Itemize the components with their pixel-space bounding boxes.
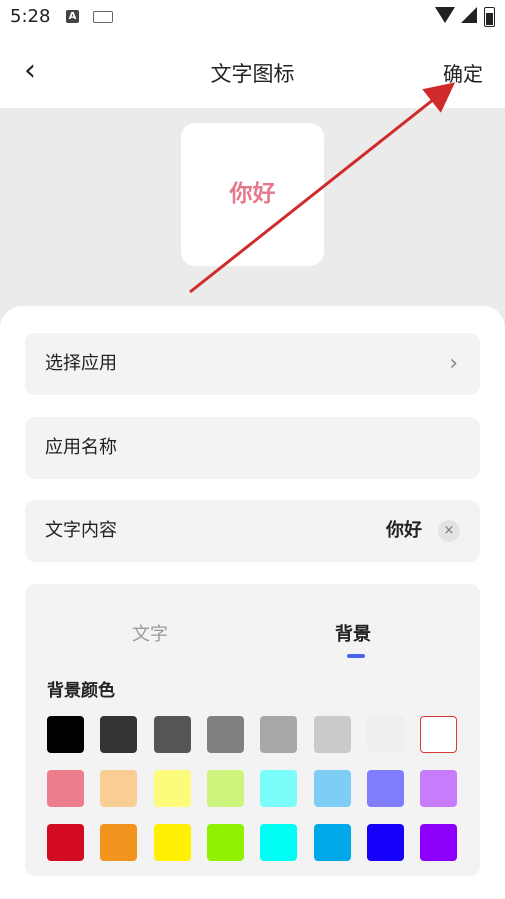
color-swatch[interactable]	[366, 716, 404, 753]
chevron-right-icon: ›	[449, 351, 458, 376]
color-swatch[interactable]	[366, 770, 404, 807]
app-name-row[interactable]: 应用名称	[25, 417, 480, 479]
color-swatch[interactable]	[206, 716, 244, 753]
color-swatch[interactable]	[313, 770, 351, 807]
tab-text[interactable]: 文字	[132, 620, 168, 646]
color-swatch[interactable]	[47, 770, 84, 807]
select-app-row[interactable]: 选择应用 ›	[25, 333, 480, 395]
clear-icon[interactable]: ×	[438, 520, 460, 542]
color-swatch[interactable]	[153, 824, 191, 861]
color-swatch[interactable]	[260, 824, 298, 861]
color-swatch[interactable]	[260, 770, 298, 807]
tab-background[interactable]: 背景	[335, 620, 371, 646]
active-tab-indicator	[347, 654, 365, 658]
color-swatch[interactable]	[100, 824, 138, 861]
color-swatch[interactable]	[153, 716, 191, 753]
text-content-row[interactable]: 文字内容 你好 ×	[25, 500, 480, 562]
color-swatch[interactable]	[313, 824, 351, 861]
section-title: 背景颜色	[47, 681, 115, 701]
color-swatch[interactable]	[313, 716, 351, 753]
settings-sheet: 选择应用 › 应用名称 文字内容 你好 × 文字 背景 背景颜色	[0, 306, 505, 899]
color-swatch[interactable]	[153, 770, 191, 807]
text-content-value[interactable]: 你好	[386, 500, 422, 562]
color-swatch[interactable]	[366, 824, 404, 861]
color-swatch[interactable]	[420, 824, 458, 861]
color-swatch[interactable]	[206, 824, 244, 861]
color-swatch[interactable]	[47, 716, 84, 753]
color-panel: 文字 背景 背景颜色	[25, 584, 480, 876]
color-swatch[interactable]	[47, 824, 84, 861]
color-swatch[interactable]	[420, 716, 458, 753]
app-name-label: 应用名称	[45, 437, 117, 458]
color-swatch[interactable]	[420, 770, 458, 807]
color-swatch[interactable]	[260, 716, 298, 753]
text-content-label: 文字内容	[45, 520, 117, 541]
color-swatch[interactable]	[100, 716, 138, 753]
color-swatch[interactable]	[206, 770, 244, 807]
color-swatch[interactable]	[100, 770, 138, 807]
select-app-label: 选择应用	[45, 353, 117, 374]
